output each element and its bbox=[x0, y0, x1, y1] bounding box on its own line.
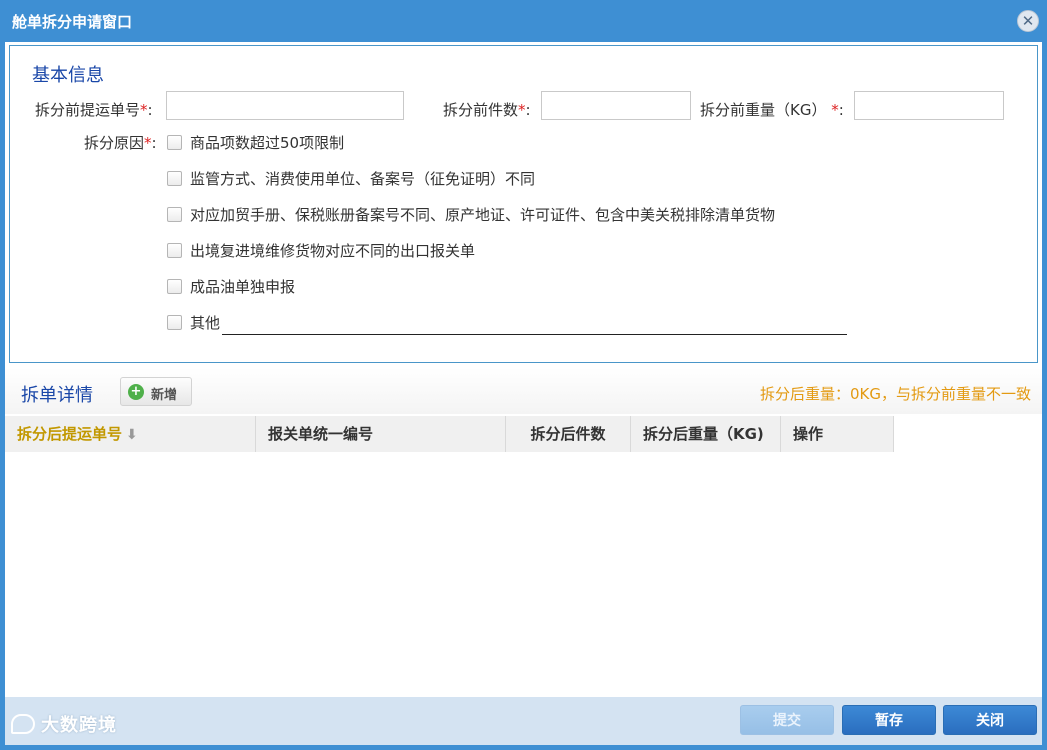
footer-bar: 大数跨境 提交 暂存 关闭 bbox=[5, 697, 1042, 745]
grid-body bbox=[5, 452, 1042, 697]
reason-option-3[interactable]: 对应加贸手册、保税账册备案号不同、原产地证、许可证件、包含中美关税排除清单货物 bbox=[167, 204, 775, 224]
weight-input[interactable] bbox=[854, 91, 1004, 120]
close-icon[interactable]: ✕ bbox=[1017, 10, 1039, 32]
title-bar[interactable]: 舱单拆分申请窗口 ✕ bbox=[0, 0, 1047, 42]
dialog-window: 舱单拆分申请窗口 ✕ 基本信息 拆分前提运单号*: 拆分前件数*: 拆分前重量（… bbox=[0, 0, 1047, 750]
sort-down-icon: ⬇ bbox=[126, 427, 138, 443]
basic-info-title: 基本信息 bbox=[32, 65, 104, 86]
reason-option-other[interactable]: 其他 bbox=[167, 312, 220, 332]
detail-toolbar: 拆单详情 + 新增 拆分后重量：0KG，与拆分前重量不一致 bbox=[5, 368, 1042, 414]
reason-option-5[interactable]: 成品油单独申报 bbox=[167, 276, 295, 296]
basic-info-panel: 基本信息 拆分前提运单号*: 拆分前件数*: 拆分前重量（KG） *: 拆分原因… bbox=[9, 45, 1038, 363]
other-reason-input[interactable] bbox=[222, 334, 847, 335]
column-header-actions[interactable]: 操作 bbox=[781, 416, 894, 452]
checkbox[interactable] bbox=[167, 171, 182, 186]
bill-no-label: 拆分前提运单号*: bbox=[35, 101, 153, 119]
bill-no-input[interactable] bbox=[166, 91, 404, 120]
checkbox[interactable] bbox=[167, 207, 182, 222]
submit-button[interactable]: 提交 bbox=[740, 705, 834, 735]
reason-option-1[interactable]: 商品项数超过50项限制 bbox=[167, 132, 344, 152]
plus-circle-icon: + bbox=[128, 384, 144, 400]
grid-header: 拆分后提运单号 ⬇ 报关单统一编号 拆分后件数 拆分后重量（KG) 操作 bbox=[5, 416, 1042, 452]
logo: 大数跨境 bbox=[11, 711, 117, 737]
add-label: 新增 bbox=[151, 388, 178, 403]
column-header-pieces[interactable]: 拆分后件数 bbox=[506, 416, 631, 452]
checkbox[interactable] bbox=[167, 135, 182, 150]
checkbox[interactable] bbox=[167, 279, 182, 294]
checkbox[interactable] bbox=[167, 315, 182, 330]
weight-warning: 拆分后重量：0KG，与拆分前重量不一致 bbox=[759, 385, 1031, 403]
reason-label: 拆分原因*: bbox=[84, 134, 157, 152]
column-header-declaration-no[interactable]: 报关单统一编号 bbox=[256, 416, 506, 452]
pieces-input[interactable] bbox=[541, 91, 691, 120]
pieces-label: 拆分前件数*: bbox=[443, 101, 531, 119]
reason-option-2[interactable]: 监管方式、消费使用单位、备案号（征免证明）不同 bbox=[167, 168, 535, 188]
logo-mark-icon bbox=[11, 714, 35, 734]
save-draft-button[interactable]: 暂存 bbox=[842, 705, 936, 735]
dialog-body: 基本信息 拆分前提运单号*: 拆分前件数*: 拆分前重量（KG） *: 拆分原因… bbox=[5, 42, 1042, 745]
checkbox[interactable] bbox=[167, 243, 182, 258]
detail-title: 拆单详情 bbox=[21, 385, 93, 406]
reason-option-4[interactable]: 出境复进境维修货物对应不同的出口报关单 bbox=[167, 240, 475, 260]
add-button[interactable]: + 新增 bbox=[120, 377, 192, 406]
column-header-weight[interactable]: 拆分后重量（KG) bbox=[631, 416, 781, 452]
window-title: 舱单拆分申请窗口 bbox=[12, 13, 133, 31]
column-header-split-bill-no[interactable]: 拆分后提运单号 ⬇ bbox=[5, 416, 256, 452]
weight-label: 拆分前重量（KG） *: bbox=[700, 101, 844, 119]
close-button[interactable]: 关闭 bbox=[943, 705, 1037, 735]
